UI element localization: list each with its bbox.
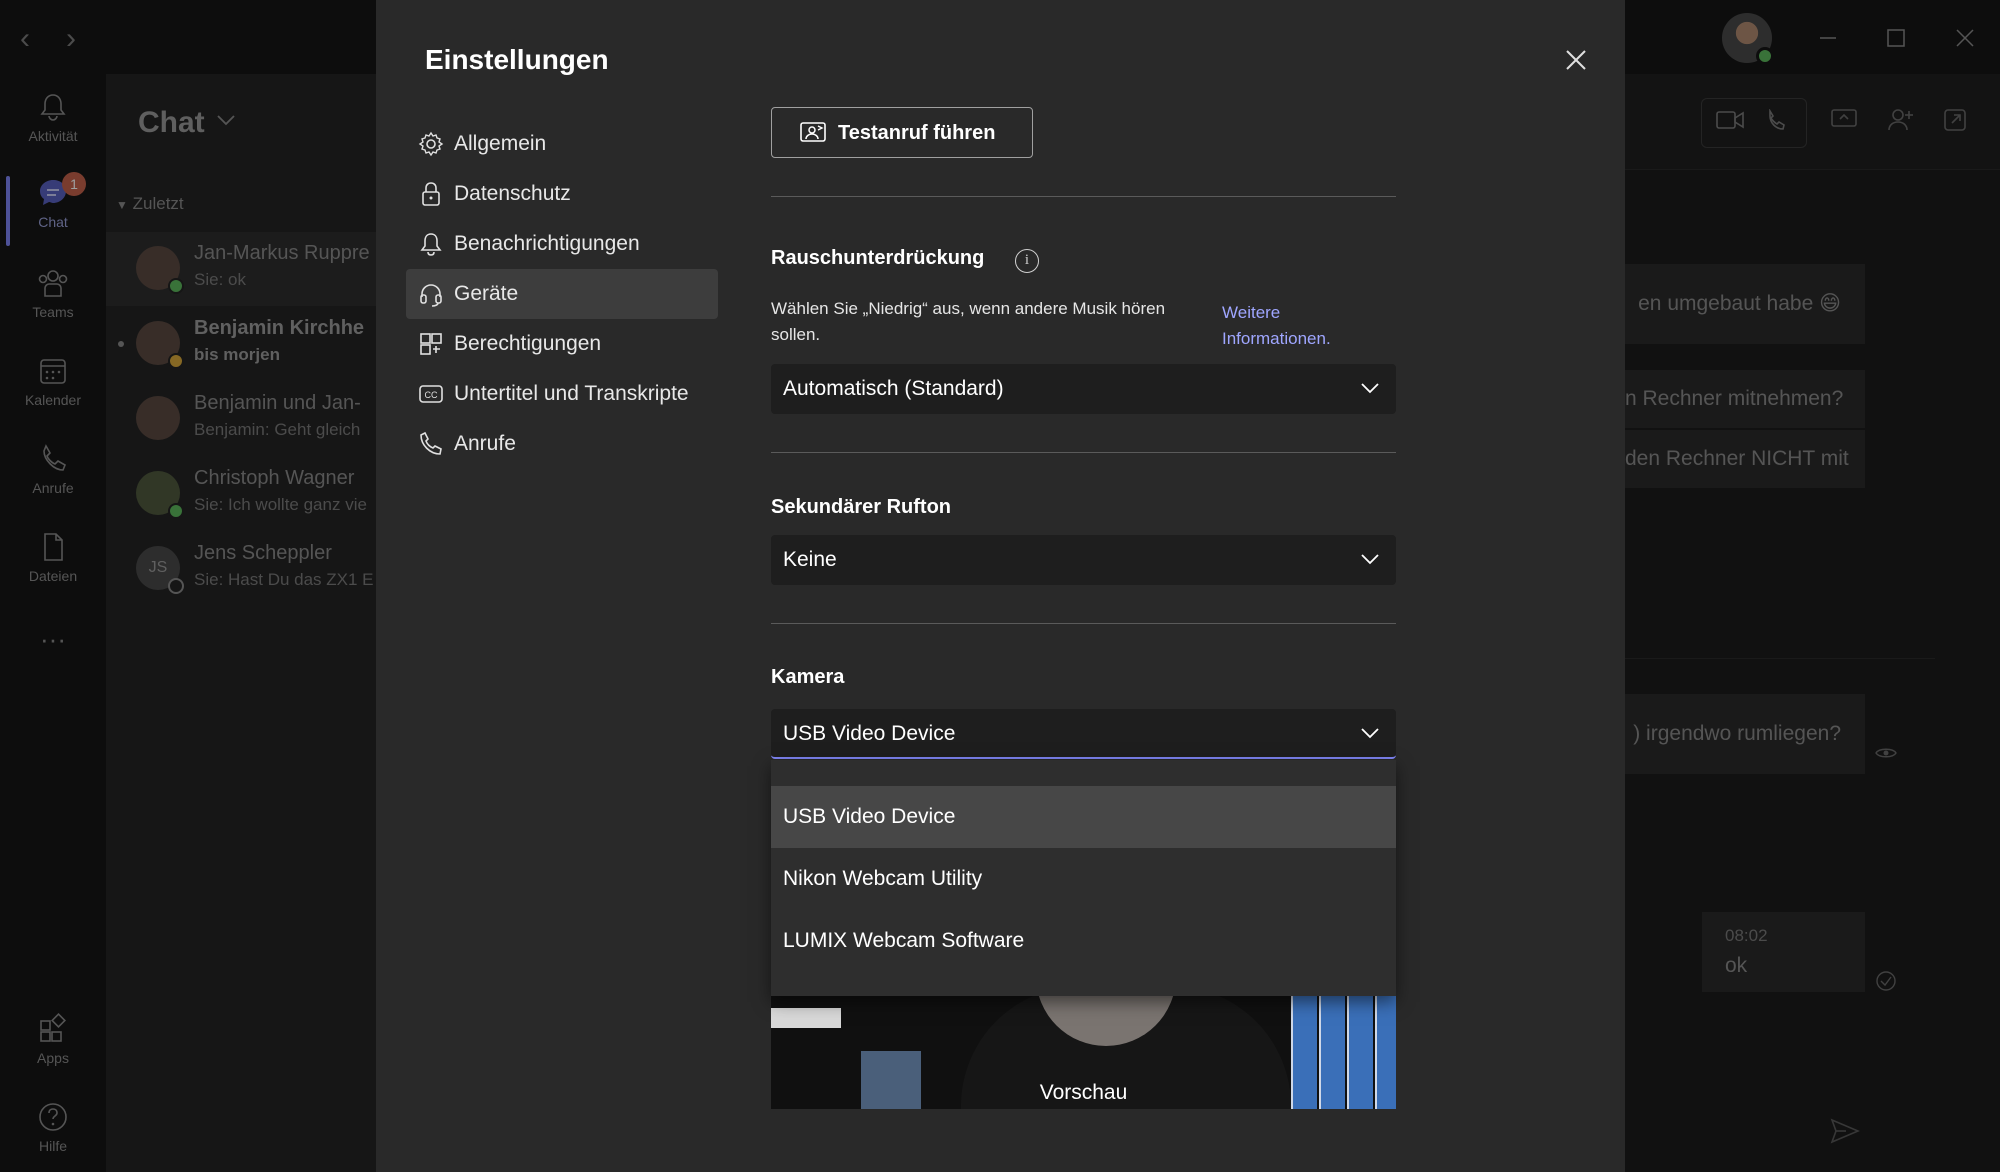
preview-object [771, 1008, 841, 1028]
chevron-down-icon [1361, 383, 1379, 394]
settings-nav-general[interactable]: Allgemein [406, 119, 718, 169]
option-label: USB Video Device [783, 805, 956, 828]
test-call-button[interactable]: Testanruf führen [771, 107, 1033, 158]
nav-label: Benachrichtigungen [454, 232, 640, 255]
camera-dropdown-list: USB Video Device Nikon Webcam Utility LU… [771, 760, 1396, 996]
camera-preview: Vorschau [771, 996, 1396, 1109]
settings-nav-permissions[interactable]: Berechtigungen [406, 319, 718, 369]
select-value: Keine [783, 548, 837, 571]
close-icon[interactable] [1562, 46, 1590, 74]
settings-nav-captions[interactable]: CC Untertitel und Transkripte [406, 369, 718, 419]
select-value: USB Video Device [783, 722, 956, 745]
cc-icon: CC [419, 385, 443, 403]
svg-text:CC: CC [425, 390, 438, 400]
info-icon[interactable]: i [1015, 249, 1039, 273]
more-info-link[interactable]: Weitere Informationen. [1222, 300, 1362, 352]
nav-label: Geräte [454, 282, 519, 305]
divider [771, 452, 1396, 453]
lock-icon [422, 182, 440, 206]
option-label: Nikon Webcam Utility [783, 867, 983, 890]
settings-nav-notifications[interactable]: Benachrichtigungen [406, 219, 718, 269]
devices-settings-content: Testanruf führen Rauschunterdrückung i W… [771, 0, 1401, 1172]
settings-dialog: Einstellungen Allgemein Datenschutz Bena… [376, 0, 1625, 1172]
permissions-icon [420, 333, 442, 355]
gear-icon [418, 131, 444, 157]
camera-option[interactable]: USB Video Device [771, 786, 1396, 848]
nav-label: Berechtigungen [454, 332, 602, 355]
chevron-down-icon [1361, 728, 1379, 739]
nav-label: Anrufe [454, 432, 516, 455]
settings-nav-privacy[interactable]: Datenschutz [406, 169, 718, 219]
dialog-title: Einstellungen [425, 44, 609, 75]
test-call-label: Testanruf führen [838, 122, 996, 144]
secondary-ringer-title: Sekundärer Rufton [771, 496, 952, 518]
settings-nav-devices[interactable]: Geräte [406, 269, 718, 319]
nav-label: Allgemein [454, 132, 547, 155]
nav-label: Datenschutz [454, 182, 571, 205]
noise-suppression-description: Wählen Sie „Niedrig“ aus, wenn andere Mu… [771, 299, 1166, 344]
bell-icon [420, 233, 442, 256]
secondary-ringer-select[interactable]: Keine [771, 535, 1396, 585]
noise-suppression-select[interactable]: Automatisch (Standard) [771, 364, 1396, 414]
camera-title: Kamera [771, 666, 845, 688]
phone-icon [420, 431, 442, 455]
nav-label: Untertitel und Transkripte [454, 382, 689, 405]
settings-nav-calls[interactable]: Anrufe [406, 419, 718, 469]
camera-option[interactable]: LUMIX Webcam Software [771, 910, 1396, 972]
camera-option[interactable]: Nikon Webcam Utility [771, 848, 1396, 910]
preview-label: Vorschau [1039, 1081, 1128, 1104]
camera-select[interactable]: USB Video Device [771, 709, 1396, 759]
select-value: Automatisch (Standard) [783, 377, 1004, 400]
teams-app: ‹ › Aktivität 1 Chat Teams Kalender Anru… [0, 0, 2000, 1172]
chevron-down-icon [1361, 554, 1379, 565]
test-call-icon [800, 122, 826, 142]
divider [771, 196, 1396, 197]
divider [771, 623, 1396, 624]
headset-icon [420, 284, 442, 307]
noise-suppression-title: Rauschunterdrückung [771, 247, 985, 269]
option-label: LUMIX Webcam Software [783, 929, 1025, 952]
